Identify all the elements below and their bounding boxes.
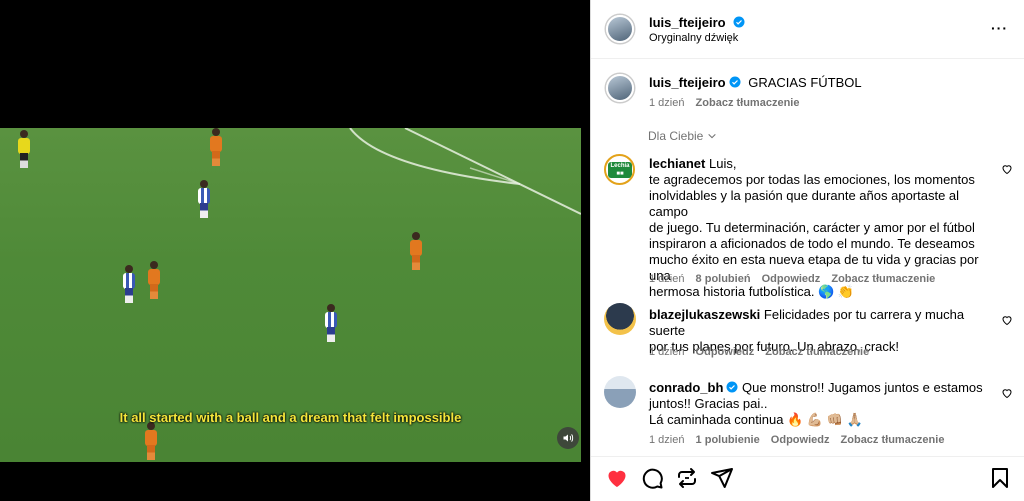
player-blue: [121, 265, 137, 303]
comment-username[interactable]: lechianet: [649, 156, 705, 171]
media-area: It all started with a ball and a dream t…: [0, 0, 590, 501]
reply-button[interactable]: Odpowiedz: [762, 273, 821, 285]
comment-line: Lá caminhada continua 🔥 💪🏼 👊🏼 🙏🏼: [649, 412, 863, 427]
comment-time[interactable]: 1 dzień: [649, 346, 684, 358]
comment-line: Luis,: [708, 156, 737, 171]
post-author: luis_fteijeiro: [649, 14, 745, 32]
verified-icon: [726, 381, 738, 393]
avatar[interactable]: [604, 376, 636, 408]
filter-label: Dla Ciebie: [648, 129, 704, 143]
comment-like-icon[interactable]: [1001, 163, 1013, 175]
comment-time[interactable]: 1 dzień: [649, 434, 684, 446]
player-blue: [196, 180, 212, 218]
referee: [16, 130, 32, 168]
player-orange: [146, 261, 162, 299]
video-player[interactable]: It all started with a ball and a dream t…: [0, 128, 581, 462]
comment-username[interactable]: conrado_bh: [649, 380, 723, 395]
comment-line: de juego. Tu determinación, carácter y a…: [649, 220, 975, 235]
actions-divider: [591, 456, 1024, 457]
action-bar: [605, 465, 1015, 491]
caption-text: GRACIAS FÚTBOL: [748, 75, 862, 90]
verified-icon: [729, 76, 741, 88]
comment-line: te agradecemos por todas las emociones, …: [649, 172, 975, 187]
translate-button[interactable]: Zobacz tłumaczenie: [841, 434, 945, 446]
avatar[interactable]: Lechia ■■: [604, 154, 635, 185]
audio-label[interactable]: Oryginalny dźwięk: [649, 32, 738, 44]
avatar[interactable]: [604, 303, 636, 335]
caption-username[interactable]: luis_fteijeiro: [649, 75, 726, 90]
comment-icon[interactable]: [640, 466, 664, 490]
avatar[interactable]: [606, 15, 634, 43]
comment-filter[interactable]: Dla Ciebie: [648, 129, 717, 143]
comment-line: hermosa historia futbolística. 🌎 👏: [649, 284, 855, 299]
comment-meta: 1 dzień Odpowiedz Zobacz tłumaczenie: [649, 346, 869, 358]
chevron-down-icon: [708, 133, 716, 139]
reply-button[interactable]: Odpowiedz: [771, 434, 830, 446]
player-blue: [323, 304, 339, 342]
comment-likes[interactable]: 8 polubień: [696, 273, 751, 285]
heart-icon[interactable]: [605, 466, 629, 490]
translate-button[interactable]: Zobacz tłumaczenie: [765, 346, 869, 358]
avatar[interactable]: [606, 74, 634, 102]
comment-meta: 1 dzień 8 polubień Odpowiedz Zobacz tłum…: [649, 273, 935, 285]
translate-button[interactable]: Zobacz tłumaczenie: [831, 273, 935, 285]
avatar-text: Lechia: [610, 163, 630, 169]
author-username[interactable]: luis_fteijeiro: [649, 15, 726, 30]
comment-likes[interactable]: 1 polubienie: [696, 434, 760, 446]
comment-line: inspiraron a aficionados de todo el mund…: [649, 236, 975, 251]
post-panel: luis_fteijeiro Oryginalny dźwięk ··· lui…: [590, 0, 1024, 501]
caption: luis_fteijeiro GRACIAS FÚTBOL: [649, 75, 862, 90]
comment-line: inolvidables y la pasión que durante año…: [649, 188, 960, 219]
comment-like-icon[interactable]: [1001, 387, 1013, 399]
header-divider: [591, 58, 1024, 59]
more-icon[interactable]: ···: [991, 20, 1008, 36]
caption-time[interactable]: 1 dzień: [649, 97, 684, 109]
video-subtitle: It all started with a ball and a dream t…: [119, 410, 462, 425]
comment-username[interactable]: blazejlukaszewski: [649, 307, 760, 322]
player-orange: [408, 232, 424, 270]
comment-time[interactable]: 1 dzień: [649, 273, 684, 285]
bookmark-icon[interactable]: [988, 466, 1012, 490]
comment-like-icon[interactable]: [1001, 314, 1013, 326]
mute-button[interactable]: [557, 427, 579, 449]
avatar-badge: Lechia ■■: [608, 162, 632, 178]
comment: conrado_bh Que monstro!! Jugamos juntos …: [649, 380, 984, 428]
player-orange: [208, 128, 224, 166]
comment-line: juntos!! Gracias pai..: [649, 396, 768, 411]
caption-translate[interactable]: Zobacz tłumaczenie: [696, 97, 800, 109]
send-icon[interactable]: [710, 466, 734, 490]
reply-button[interactable]: Odpowiedz: [696, 346, 755, 358]
comment-meta: 1 dzień 1 polubienie Odpowiedz Zobacz tł…: [649, 434, 944, 446]
player-orange: [143, 422, 159, 460]
speaker-icon: [563, 434, 574, 442]
share-icon[interactable]: [675, 466, 699, 490]
verified-icon: [733, 16, 745, 28]
comment-line: Que monstro!! Jugamos juntos e estamos: [742, 380, 983, 395]
caption-meta: 1 dzień Zobacz tłumaczenie: [649, 97, 799, 109]
